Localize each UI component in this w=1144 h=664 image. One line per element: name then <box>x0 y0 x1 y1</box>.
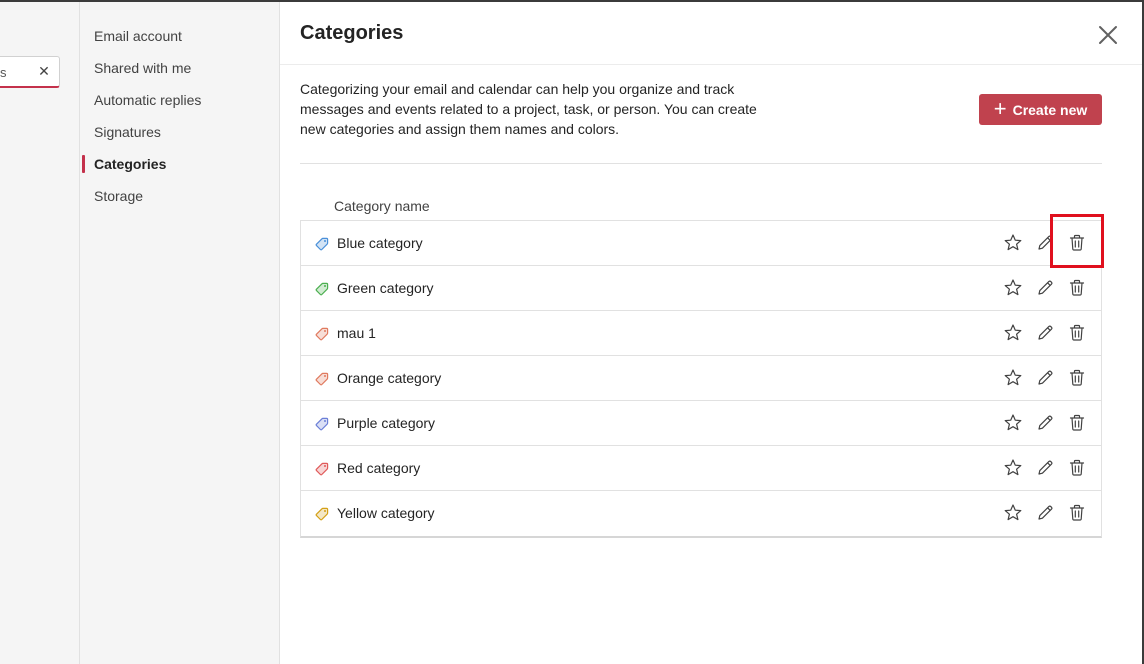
edit-button[interactable] <box>1034 322 1056 344</box>
category-row-orange-category[interactable]: Orange category <box>301 356 1101 401</box>
tag-icon <box>315 507 329 521</box>
trash-icon <box>1069 459 1085 476</box>
category-name: mau 1 <box>337 325 376 341</box>
category-name: Blue category <box>337 235 423 251</box>
star-icon <box>1004 279 1022 296</box>
favorite-button[interactable] <box>1002 502 1024 524</box>
category-row-green-category[interactable]: Green category <box>301 266 1101 311</box>
edit-button[interactable] <box>1034 412 1056 434</box>
trash-icon <box>1069 234 1085 251</box>
pencil-icon <box>1038 460 1053 475</box>
pencil-icon <box>1038 415 1053 430</box>
favorite-button[interactable] <box>1002 322 1024 344</box>
section-divider <box>300 163 1102 164</box>
pencil-icon <box>1038 370 1053 385</box>
tag-icon <box>315 282 329 296</box>
edit-button[interactable] <box>1034 502 1056 524</box>
edit-button[interactable] <box>1034 457 1056 479</box>
category-row-blue-category[interactable]: Blue category <box>301 221 1101 266</box>
delete-button[interactable] <box>1066 277 1088 299</box>
category-name: Orange category <box>337 370 442 386</box>
edit-button[interactable] <box>1034 232 1056 254</box>
favorite-button[interactable] <box>1002 277 1024 299</box>
trash-icon <box>1069 504 1085 521</box>
category-name: Purple category <box>337 415 436 431</box>
category-name: Red category <box>337 460 421 476</box>
delete-button[interactable] <box>1066 367 1088 389</box>
delete-button[interactable] <box>1066 412 1088 434</box>
delete-button[interactable] <box>1066 502 1088 524</box>
search-input[interactable]: s ✕ <box>0 56 60 88</box>
tag-icon <box>315 372 329 386</box>
pencil-icon <box>1038 235 1053 250</box>
search-input-value: s <box>0 65 7 80</box>
category-row-red-category[interactable]: Red category <box>301 446 1101 491</box>
trash-icon <box>1069 279 1085 296</box>
settings-nav: Email account Shared with me Automatic r… <box>80 2 280 664</box>
star-icon <box>1004 504 1022 521</box>
search-pane: s ✕ <box>0 2 80 664</box>
close-button[interactable] <box>1095 22 1121 48</box>
star-icon <box>1004 324 1022 341</box>
header-divider <box>280 64 1142 65</box>
star-icon <box>1004 369 1022 386</box>
category-row-mau-1[interactable]: mau 1 <box>301 311 1101 356</box>
nav-item-email-account[interactable]: Email account <box>94 24 182 48</box>
description-text: Categorizing your email and calendar can… <box>300 81 757 137</box>
tag-icon <box>315 237 329 251</box>
star-icon <box>1004 414 1022 431</box>
edit-button[interactable] <box>1034 277 1056 299</box>
trash-icon <box>1069 324 1085 341</box>
delete-button[interactable] <box>1066 457 1088 479</box>
page-title: Categories <box>300 22 404 44</box>
create-new-button[interactable]: + Create new <box>979 94 1102 125</box>
close-icon <box>1099 26 1117 44</box>
category-row-purple-category[interactable]: Purple category <box>301 401 1101 446</box>
pencil-icon <box>1038 325 1053 340</box>
nav-item-storage[interactable]: Storage <box>94 184 143 208</box>
tag-icon <box>315 462 329 476</box>
favorite-button[interactable] <box>1002 367 1024 389</box>
star-icon <box>1004 234 1022 251</box>
nav-item-shared-with-me[interactable]: Shared with me <box>94 56 191 80</box>
star-icon <box>1004 459 1022 476</box>
category-row-yellow-category[interactable]: Yellow category <box>301 491 1101 536</box>
tag-icon <box>315 327 329 341</box>
edit-button[interactable] <box>1034 367 1056 389</box>
category-name: Yellow category <box>337 505 435 521</box>
favorite-button[interactable] <box>1002 232 1024 254</box>
pencil-icon <box>1038 280 1053 295</box>
delete-button[interactable] <box>1066 232 1088 254</box>
category-name: Green category <box>337 280 434 296</box>
categories-panel: Categories Categorizing your email and c… <box>280 2 1142 664</box>
nav-item-signatures[interactable]: Signatures <box>94 120 161 144</box>
category-list: Blue category Green category mau 1 Orang… <box>300 220 1102 538</box>
create-new-label: Create new <box>1012 101 1088 118</box>
pencil-icon <box>1038 505 1053 520</box>
trash-icon <box>1069 369 1085 386</box>
trash-icon <box>1069 414 1085 431</box>
favorite-button[interactable] <box>1002 412 1024 434</box>
nav-item-categories[interactable]: Categories <box>94 152 166 176</box>
delete-button[interactable] <box>1066 322 1088 344</box>
nav-item-automatic-replies[interactable]: Automatic replies <box>94 88 201 112</box>
nav-active-indicator <box>82 155 85 173</box>
close-icon[interactable]: ✕ <box>37 64 51 78</box>
plus-icon: + <box>993 95 1007 121</box>
favorite-button[interactable] <box>1002 457 1024 479</box>
column-header-category-name: Category name <box>334 198 430 214</box>
tag-icon <box>315 417 329 431</box>
